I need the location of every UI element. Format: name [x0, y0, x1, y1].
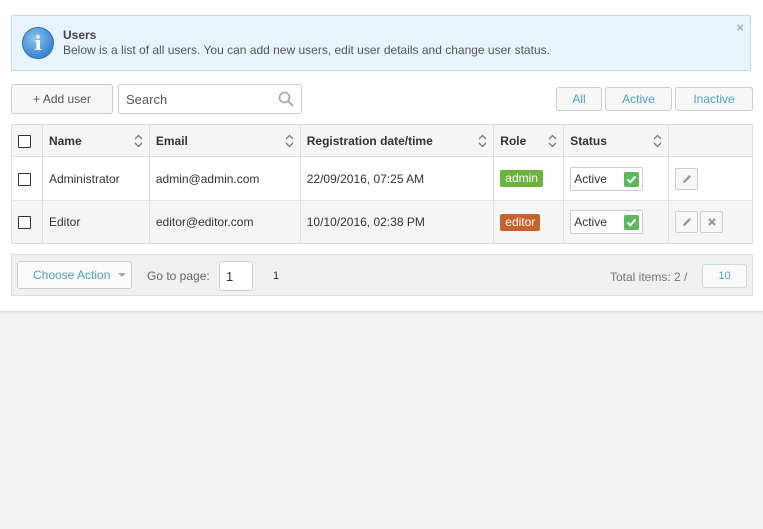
page-link[interactable]: 1: [273, 270, 279, 282]
sort-icon[interactable]: [653, 134, 662, 148]
search-input[interactable]: [119, 85, 269, 113]
column-label: Status: [570, 133, 607, 148]
choose-action-dropdown[interactable]: Choose Action: [17, 261, 132, 289]
user-registration-date: 22/09/2016, 07:25 AM: [300, 156, 495, 201]
search-icon[interactable]: [278, 91, 294, 107]
page-input[interactable]: [219, 261, 253, 291]
user-name: Administrator: [42, 156, 150, 201]
column-header-actions: [668, 124, 753, 157]
row-select-cell: [11, 200, 43, 244]
table-header-row: Name Email Registration date/time Role S…: [11, 124, 753, 157]
delete-button[interactable]: [700, 211, 724, 233]
select-all-checkbox[interactable]: [18, 134, 31, 148]
pencil-icon: [683, 218, 692, 226]
close-icon: [708, 218, 716, 226]
column-header-registration[interactable]: Registration date/time: [300, 124, 495, 157]
filter-active-button[interactable]: Active: [605, 87, 672, 111]
go-to-page-label: Go to page:: [147, 269, 210, 283]
pencil-icon: [683, 174, 692, 183]
add-user-button[interactable]: + Add user: [11, 84, 113, 114]
check-icon: [624, 215, 640, 230]
role-badge: editor: [500, 213, 541, 231]
sort-icon[interactable]: [285, 134, 294, 148]
sort-icon[interactable]: [478, 134, 487, 148]
role-cell: admin: [493, 156, 565, 201]
status-cell: Active: [563, 200, 670, 244]
users-table: Name Email Registration date/time Role S…: [11, 124, 753, 244]
close-icon[interactable]: ×: [736, 20, 744, 35]
user-email: admin@admin.com: [149, 156, 301, 201]
column-header-status[interactable]: Status: [563, 124, 670, 157]
column-label: Registration date/time: [306, 133, 433, 148]
row-checkbox[interactable]: [18, 172, 31, 186]
edit-button[interactable]: [675, 211, 699, 233]
status-label: Active: [574, 171, 607, 186]
edit-button[interactable]: [675, 167, 699, 190]
role-badge: admin: [500, 170, 543, 187]
status-select[interactable]: Active: [570, 166, 644, 191]
table-footer: Choose Action Go to page: 1 Total items:…: [11, 254, 753, 296]
actions-cell: [668, 156, 753, 201]
row-checkbox[interactable]: [18, 216, 31, 230]
info-title: Users: [63, 28, 97, 42]
sort-icon[interactable]: [134, 134, 143, 148]
column-header-role[interactable]: Role: [493, 124, 565, 157]
per-page-select[interactable]: 10: [702, 264, 747, 288]
user-email: editor@editor.com: [149, 200, 301, 244]
info-banner: i Users Below is a list of all users. Yo…: [11, 15, 751, 71]
users-panel: i Users Below is a list of all users. Yo…: [0, 0, 763, 312]
column-label: Email: [155, 133, 188, 148]
search-box: [118, 84, 302, 114]
status-select[interactable]: Active: [570, 210, 644, 234]
status-label: Active: [574, 215, 607, 229]
actions-cell: [668, 200, 753, 244]
row-select-cell: [11, 156, 43, 201]
user-name: Editor: [42, 200, 150, 244]
column-label: Name: [48, 133, 82, 148]
status-cell: Active: [563, 156, 670, 201]
filter-inactive-button[interactable]: Inactive: [675, 87, 753, 111]
info-text: Below is a list of all users. You can ad…: [63, 43, 550, 57]
chevron-down-icon: [118, 273, 126, 277]
column-header-email[interactable]: Email: [149, 124, 301, 157]
total-items: Total items: 2 /: [610, 270, 688, 284]
select-all-cell: [11, 124, 43, 157]
role-cell: editor: [493, 200, 565, 244]
check-icon: [624, 171, 640, 187]
table-row[interactable]: Administrator admin@admin.com 22/09/2016…: [11, 156, 753, 201]
column-label: Role: [500, 133, 527, 148]
table-row[interactable]: Editor editor@editor.com 10/10/2016, 02:…: [11, 200, 753, 244]
user-registration-date: 10/10/2016, 02:38 PM: [300, 200, 495, 244]
filter-all-button[interactable]: All: [556, 87, 602, 111]
column-header-name[interactable]: Name: [42, 124, 150, 157]
info-icon: i: [22, 27, 54, 59]
sort-icon[interactable]: [548, 134, 557, 148]
choose-action-label: Choose Action: [33, 268, 111, 282]
